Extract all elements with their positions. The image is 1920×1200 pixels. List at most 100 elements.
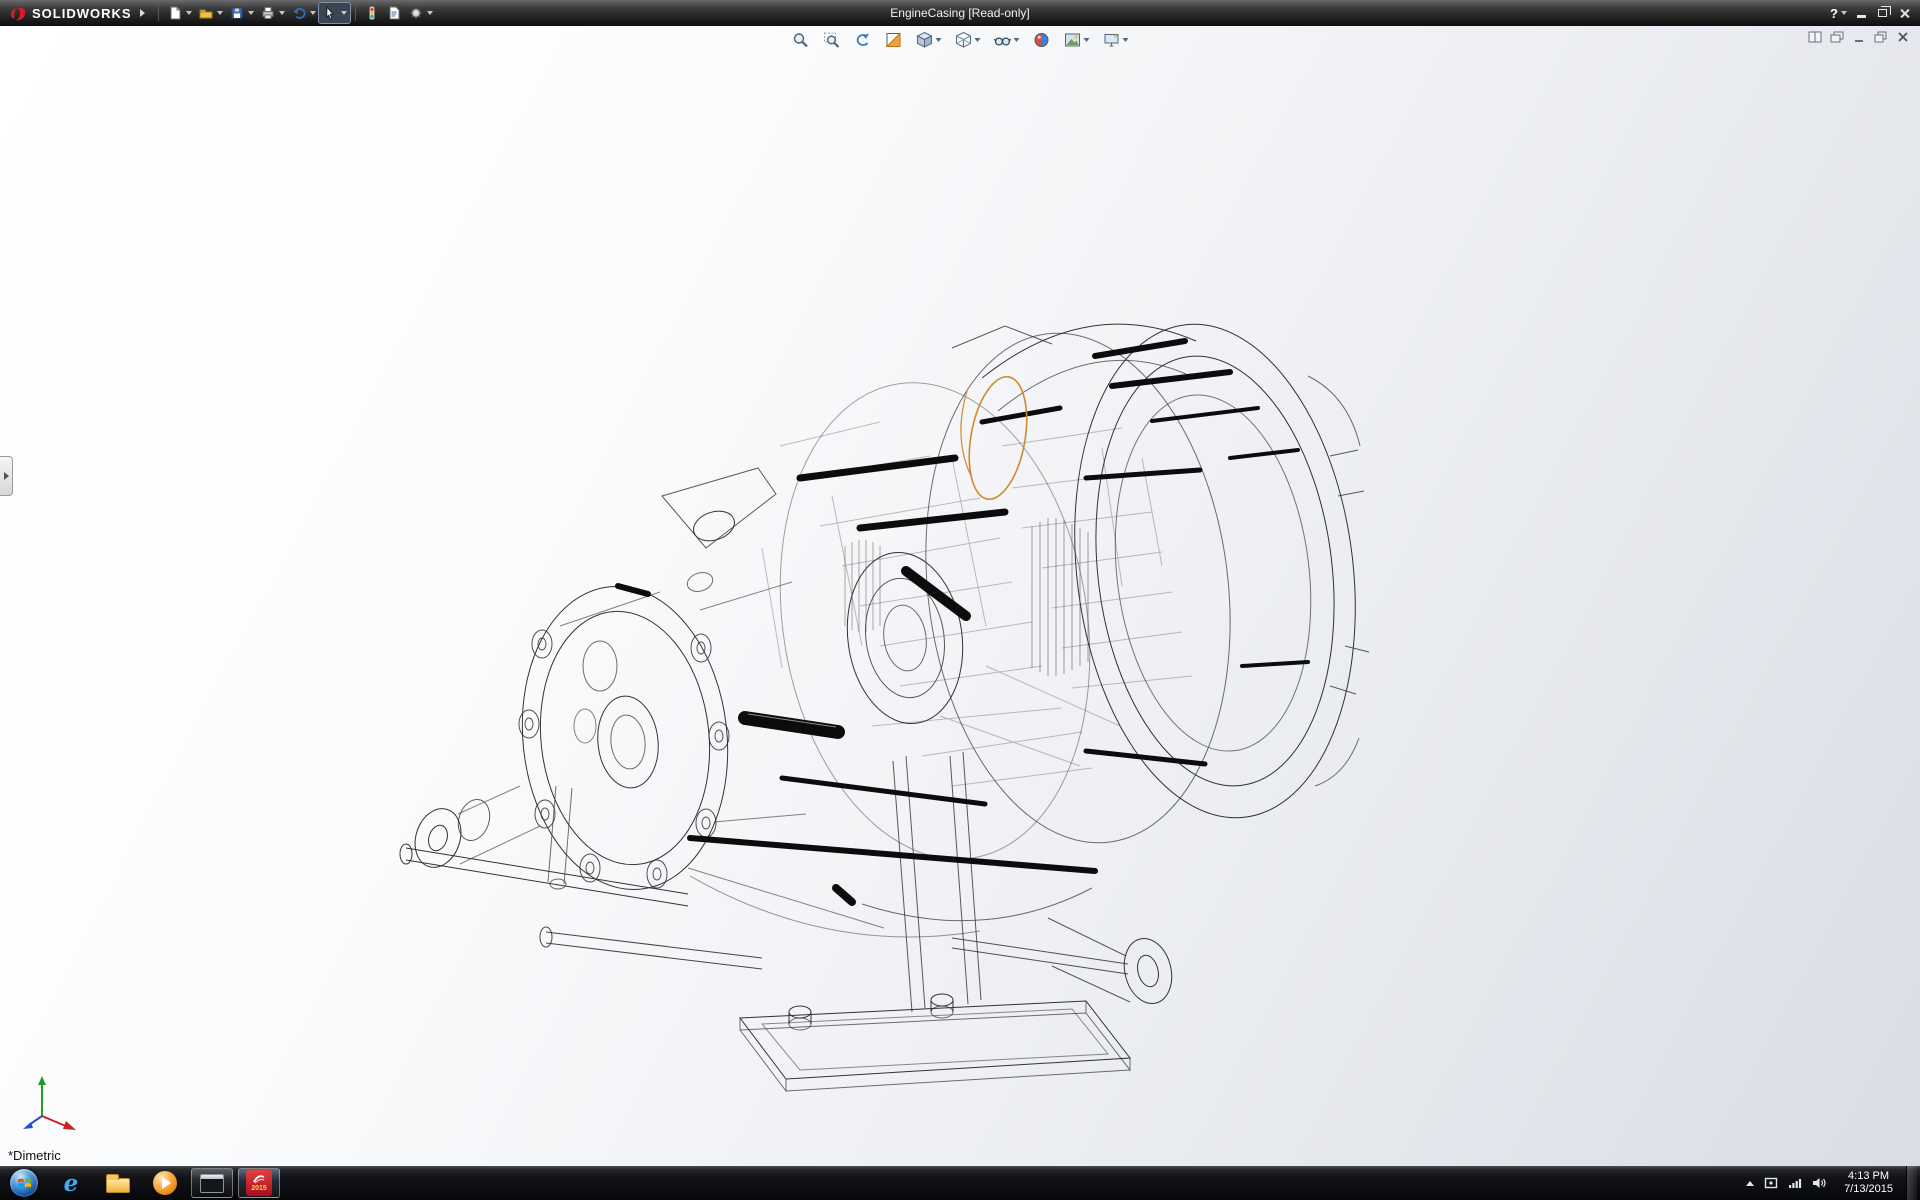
print-icon: [260, 5, 276, 21]
start-button[interactable]: [3, 1166, 45, 1200]
cascade-icon[interactable]: [1830, 31, 1844, 43]
hide-show-items-button[interactable]: [991, 29, 1023, 51]
solidworks-icon: 2015: [246, 1170, 272, 1196]
print-dropdown-icon[interactable]: [279, 11, 285, 15]
tray-app-icon[interactable]: [1764, 1177, 1778, 1189]
open-dropdown-icon[interactable]: [217, 11, 223, 15]
chevron-right-icon: [4, 472, 9, 480]
split-view-icon[interactable]: [1808, 31, 1822, 43]
file-properties-button[interactable]: [383, 3, 405, 23]
taskbar-item-media-player[interactable]: [144, 1168, 186, 1198]
apply-scene-icon: [1064, 31, 1082, 49]
tray-expand-icon[interactable]: [1746, 1181, 1754, 1186]
network-icon[interactable]: [1788, 1177, 1802, 1189]
undo-button[interactable]: [288, 3, 319, 23]
options-button[interactable]: [405, 3, 436, 23]
view-orientation-button[interactable]: [913, 29, 945, 51]
taskbar-item-internet-explorer[interactable]: e: [50, 1168, 92, 1198]
taskbar-item-solidworks[interactable]: 2015: [238, 1168, 280, 1198]
solidworks-glyph-icon: [252, 1174, 266, 1184]
new-button[interactable]: [164, 3, 195, 23]
file-properties-icon: [386, 5, 402, 21]
taskbar-item-command-prompt[interactable]: [191, 1168, 233, 1198]
volume-icon[interactable]: [1812, 1177, 1827, 1189]
hide-show-items-icon: [994, 31, 1012, 49]
section-view-icon: [885, 31, 903, 49]
view-orientation-icon: [916, 31, 934, 49]
save-button[interactable]: [226, 3, 257, 23]
graphics-viewport[interactable]: *Dimetric: [0, 26, 1920, 1166]
display-style-icon: [955, 31, 973, 49]
new-dropdown-icon[interactable]: [186, 11, 192, 15]
select-dropdown-icon[interactable]: [341, 11, 347, 15]
app-name: SOLIDWORKS: [32, 6, 132, 21]
open-icon: [198, 5, 214, 21]
zoom-to-fit-button[interactable]: [789, 29, 813, 51]
document-window-controls: [1808, 31, 1910, 43]
edit-appearance-button[interactable]: [1030, 29, 1054, 51]
view-settings-dropdown-icon[interactable]: [1123, 38, 1129, 42]
hide-show-items-dropdown-icon[interactable]: [1014, 38, 1020, 42]
clock-date: 7/13/2015: [1844, 1183, 1893, 1196]
media-player-icon: [153, 1171, 177, 1195]
system-tray: [1742, 1177, 1831, 1189]
restore-doc-icon[interactable]: [1874, 31, 1888, 43]
headsup-view-toolbar: [789, 29, 1132, 51]
restore-window-icon[interactable]: [1878, 9, 1887, 17]
undo-dropdown-icon[interactable]: [310, 11, 316, 15]
apply-scene-button[interactable]: [1061, 29, 1093, 51]
featuremanager-collapsed-tab[interactable]: [0, 456, 13, 496]
taskbar-item-explorer[interactable]: [97, 1168, 139, 1198]
open-button[interactable]: [195, 3, 226, 23]
previous-view-button[interactable]: [851, 29, 875, 51]
explorer-folder-icon: [106, 1178, 130, 1193]
help-button[interactable]: ?: [1830, 6, 1847, 21]
minimize-window-icon[interactable]: [1857, 15, 1866, 18]
document-title: EngineCasing [Read-only]: [890, 6, 1029, 20]
section-view-button[interactable]: [882, 29, 906, 51]
cmd-icon: [200, 1174, 224, 1193]
rebuild-button[interactable]: [361, 3, 383, 23]
view-settings-icon: [1103, 31, 1121, 49]
minimize-doc-icon[interactable]: [1852, 31, 1866, 43]
close-doc-icon[interactable]: [1896, 31, 1910, 43]
select-icon: [322, 5, 338, 21]
zoom-to-area-button[interactable]: [820, 29, 844, 51]
taskbar: e 2015: [0, 1166, 1920, 1200]
view-settings-button[interactable]: [1100, 29, 1132, 51]
zoom-to-fit-icon: [792, 31, 810, 49]
new-icon: [167, 5, 183, 21]
save-dropdown-icon[interactable]: [248, 11, 254, 15]
solidworks-logo-icon: [8, 5, 27, 22]
close-window-icon[interactable]: [1899, 8, 1910, 19]
show-desktop-button[interactable]: [1906, 1166, 1917, 1200]
taskbar-clock[interactable]: 4:13 PM 7/13/2015: [1836, 1170, 1901, 1196]
clock-time: 4:13 PM: [1844, 1170, 1893, 1183]
titlebar: SOLIDWORKS: [0, 0, 1920, 26]
menu-expand-icon[interactable]: [140, 9, 145, 17]
options-icon: [408, 5, 424, 21]
display-style-button[interactable]: [952, 29, 984, 51]
separator: [355, 5, 356, 21]
ie-icon: e: [64, 1172, 79, 1195]
edit-appearance-icon: [1033, 31, 1051, 49]
rebuild-icon: [364, 5, 380, 21]
print-button[interactable]: [257, 3, 288, 23]
previous-view-icon: [854, 31, 872, 49]
solidworks-version-badge: 2015: [251, 1185, 267, 1192]
undo-icon: [291, 5, 307, 21]
options-dropdown-icon[interactable]: [427, 11, 433, 15]
view-orientation-dropdown-icon[interactable]: [936, 38, 942, 42]
solidworks-logo: SOLIDWORKS: [8, 5, 132, 22]
reference-triad: [12, 1070, 92, 1142]
zoom-to-area-icon: [823, 31, 841, 49]
wireframe-model[interactable]: [0, 26, 1920, 1166]
windows-flag-icon: [17, 1176, 32, 1190]
help-label: ?: [1830, 6, 1838, 21]
apply-scene-dropdown-icon[interactable]: [1084, 38, 1090, 42]
save-icon: [229, 5, 245, 21]
display-style-dropdown-icon[interactable]: [975, 38, 981, 42]
help-dropdown-icon[interactable]: [1841, 11, 1847, 15]
play-icon: [162, 1177, 171, 1189]
select-button[interactable]: [319, 3, 350, 23]
